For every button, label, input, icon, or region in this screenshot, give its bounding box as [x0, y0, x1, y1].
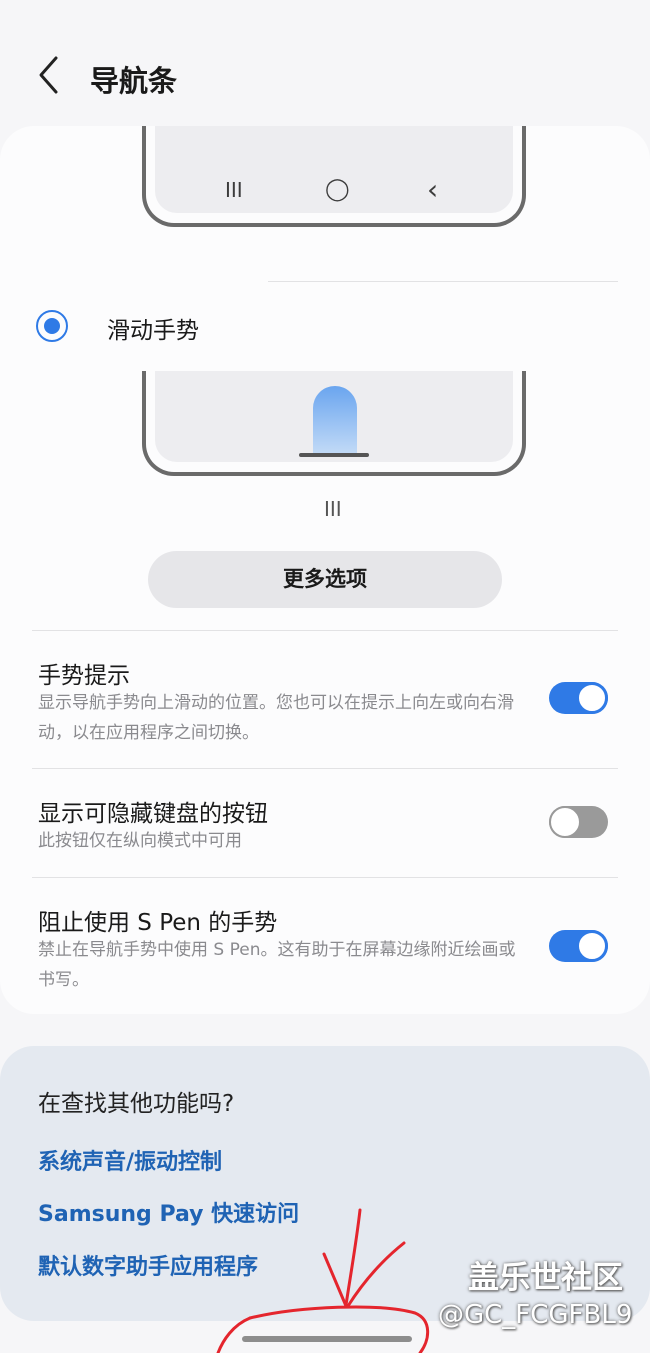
annotation-arrow-icon — [216, 1208, 430, 1353]
watermark-title: 盖乐世社区 — [468, 1260, 623, 1296]
home-indicator[interactable] — [242, 1336, 412, 1342]
watermark-handle: @GC_FCGFBL9 — [438, 1300, 633, 1330]
